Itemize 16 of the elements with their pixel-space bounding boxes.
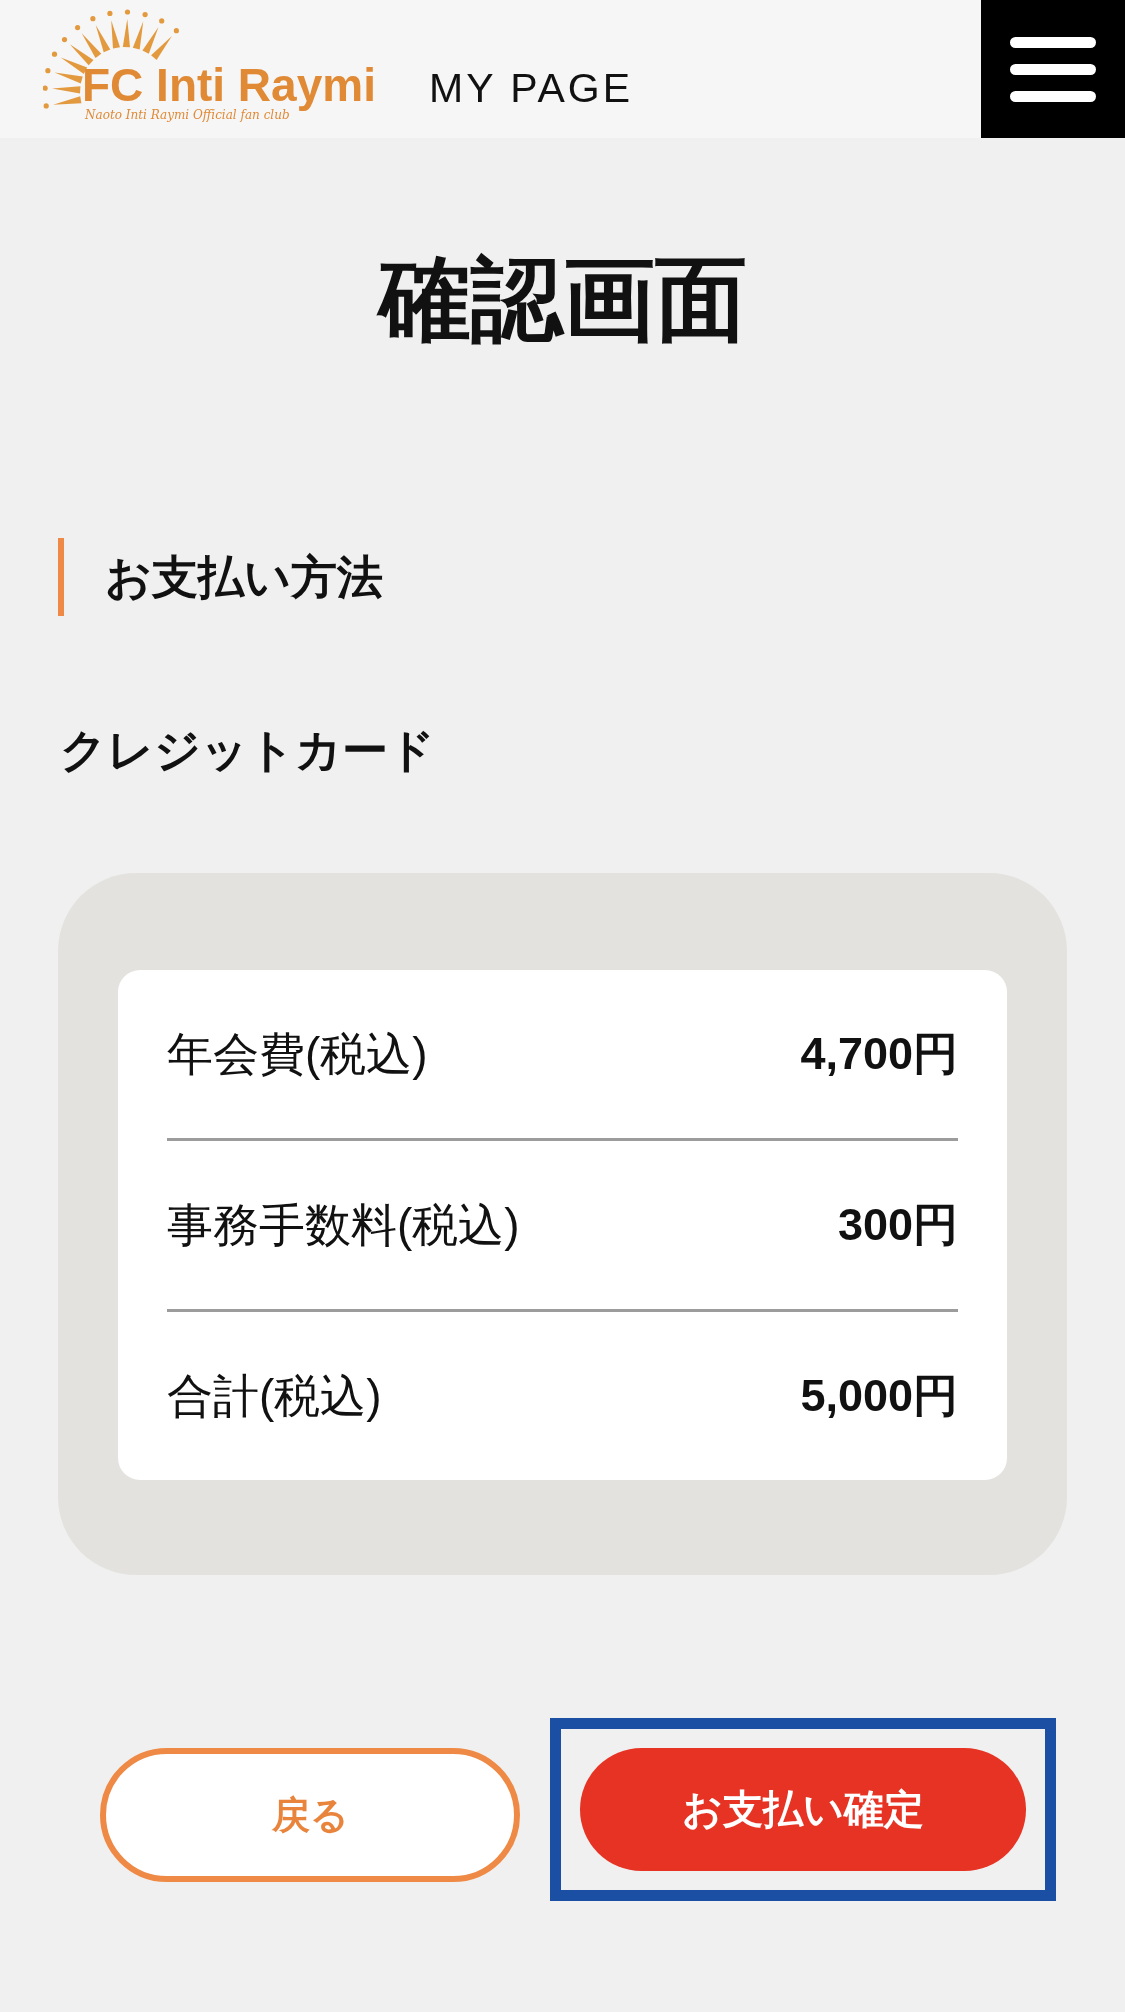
fee-amount: 5,000円 — [800, 1369, 958, 1423]
fee-label: 年会費(税込) — [167, 1027, 428, 1082]
fee-amount: 300円 — [837, 1198, 958, 1252]
back-button[interactable]: 戻る — [100, 1748, 520, 1882]
confirm-button[interactable]: お支払い確定 — [580, 1748, 1026, 1871]
logo-title: FC Inti Raymi — [82, 60, 377, 110]
fee-amount: 4,700円 — [800, 1027, 958, 1081]
logo-subtitle: Naoto Inti Raymi Official fan club — [85, 108, 290, 123]
fee-label: 合計(税込) — [167, 1369, 382, 1424]
menu-button[interactable] — [981, 0, 1125, 138]
page-section-label: MY PAGE — [429, 64, 634, 113]
payment-method: クレジットカード — [60, 723, 436, 778]
page-title: 確認画面 — [375, 247, 748, 352]
section-heading: お支払い方法 — [58, 538, 1125, 616]
fee-label: 事務手数料(税込) — [167, 1198, 520, 1253]
menu-icon — [1010, 36, 1096, 102]
